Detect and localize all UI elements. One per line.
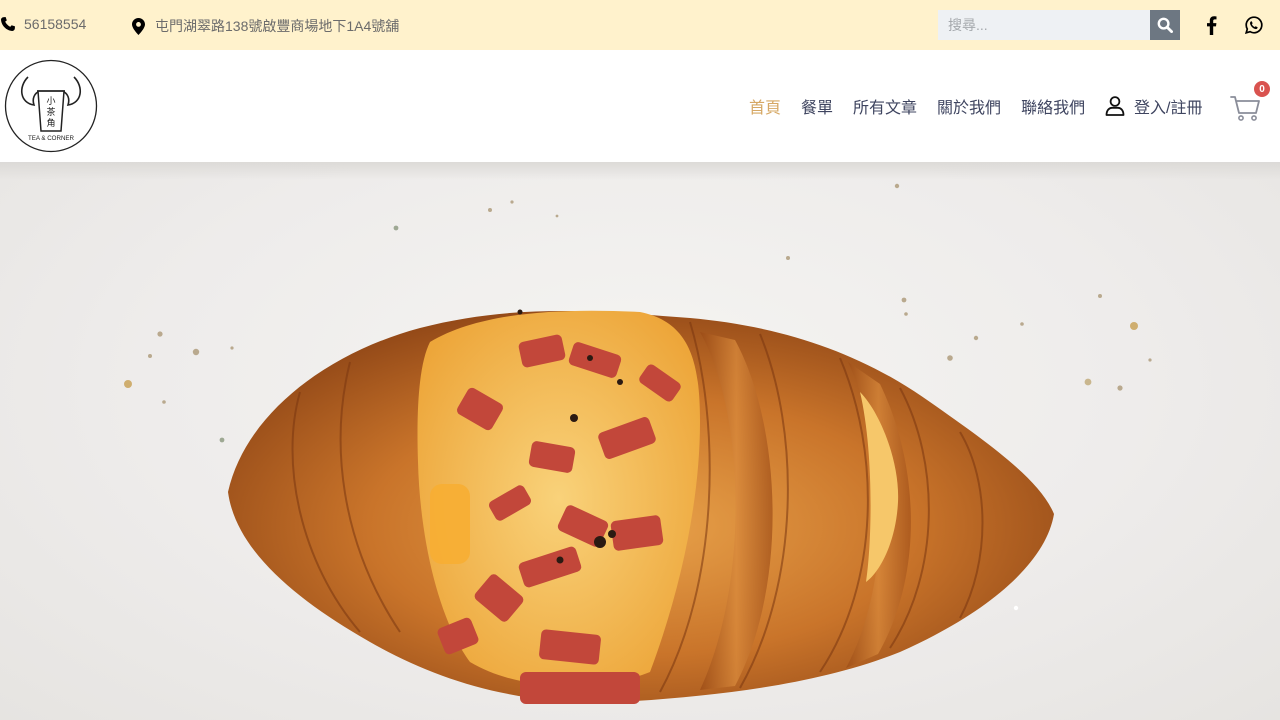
main-nav: 首頁 餐單 所有文章 關於我們 聯絡我們 bbox=[749, 94, 1105, 118]
tea-corner-logo: 小 茶 角 TEA & CORNER bbox=[4, 59, 98, 153]
top-bar: 56158554 屯門湖翠路138號啟豐商場地下1A4號舖 bbox=[0, 0, 1280, 50]
facebook-link[interactable] bbox=[1201, 15, 1221, 35]
map-pin-icon bbox=[132, 17, 145, 35]
hero-banner bbox=[0, 162, 1280, 720]
address-contact[interactable]: 屯門湖翠路138號啟豐商場地下1A4號舖 bbox=[132, 16, 399, 36]
whatsapp-icon bbox=[1245, 16, 1263, 34]
croissant-image bbox=[124, 183, 1152, 704]
phone-number: 56158554 bbox=[24, 16, 87, 32]
nav-menu[interactable]: 餐單 bbox=[801, 94, 833, 118]
nav-contact-us[interactable]: 聯絡我們 bbox=[1021, 94, 1085, 118]
phone-icon bbox=[1, 17, 15, 31]
address-text: 屯門湖翠路138號啟豐商場地下1A4號舖 bbox=[155, 18, 400, 34]
nav-all-articles[interactable]: 所有文章 bbox=[853, 94, 917, 118]
login-register-label: 登入/註冊 bbox=[1134, 100, 1203, 117]
search-button[interactable] bbox=[1150, 10, 1180, 40]
search-input[interactable] bbox=[938, 10, 1150, 40]
svg-text:小: 小 bbox=[46, 96, 55, 107]
facebook-icon bbox=[1206, 15, 1216, 35]
search-icon bbox=[1157, 17, 1173, 33]
nav-home[interactable]: 首頁 bbox=[749, 94, 781, 118]
svg-text:TEA & CORNER: TEA & CORNER bbox=[28, 135, 75, 142]
svg-text:角: 角 bbox=[46, 117, 55, 129]
svg-text:茶: 茶 bbox=[46, 106, 55, 118]
site-header: 小 茶 角 TEA & CORNER 首頁 餐單 所有文章 關於我們 聯絡我們 … bbox=[0, 50, 1280, 162]
cart-count-badge: 0 bbox=[1254, 81, 1270, 97]
login-register-link[interactable]: 登入/註冊 bbox=[1105, 94, 1202, 118]
phone-contact[interactable]: 56158554 bbox=[0, 16, 86, 32]
user-icon bbox=[1105, 96, 1125, 116]
search-form bbox=[938, 10, 1180, 40]
whatsapp-link[interactable] bbox=[1244, 15, 1264, 35]
nav-about-us[interactable]: 關於我們 bbox=[937, 94, 1001, 118]
site-logo[interactable]: 小 茶 角 TEA & CORNER bbox=[4, 59, 98, 153]
